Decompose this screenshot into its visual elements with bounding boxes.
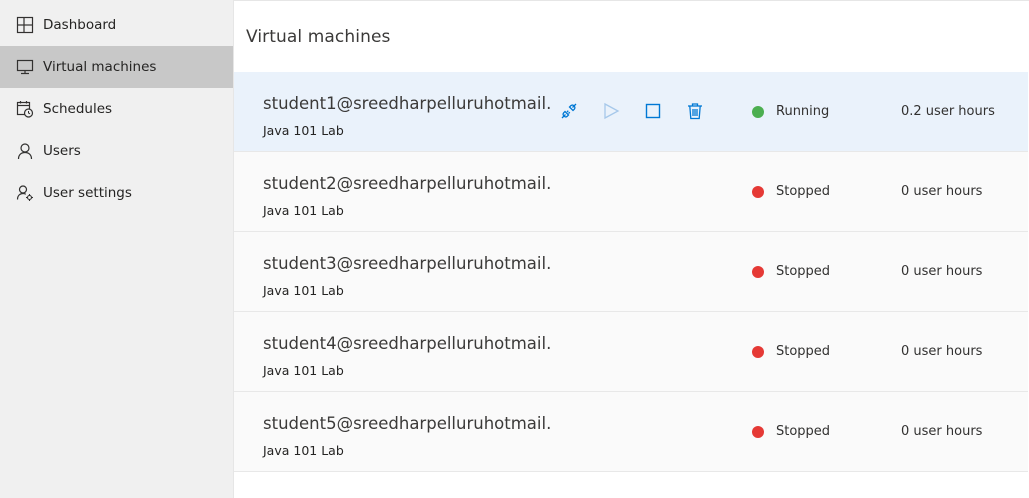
- vm-row[interactable]: student3@sreedharpelluruhotmail.... Java…: [234, 232, 1028, 312]
- vm-row[interactable]: student4@sreedharpelluruhotmail... Java …: [234, 312, 1028, 392]
- sidebar-item-virtual-machines[interactable]: Virtual machines: [0, 46, 233, 88]
- vm-lab-name: Java 101 Lab: [263, 363, 344, 378]
- sidebar-item-schedules[interactable]: Schedules: [0, 88, 233, 130]
- vm-list: student1@sreedharpelluruhotmail.... Java…: [234, 72, 1028, 472]
- usage-hours: 0 user hours: [901, 264, 983, 279]
- status-stopped-dot: [752, 185, 764, 198]
- stop-icon[interactable]: [643, 101, 663, 121]
- status-stopped-dot: [752, 425, 764, 438]
- vm-name: student3@sreedharpelluruhotmail....: [263, 254, 553, 273]
- sidebar-item-dashboard[interactable]: Dashboard: [0, 4, 233, 46]
- status-badge: Stopped: [752, 424, 830, 439]
- sidebar-item-label: Dashboard: [43, 17, 117, 33]
- status-stopped-dot: [752, 265, 764, 278]
- status-label: Stopped: [776, 184, 831, 199]
- status-badge: Stopped: [752, 264, 830, 279]
- status-label: Stopped: [776, 264, 831, 279]
- vm-row[interactable]: student1@sreedharpelluruhotmail.... Java…: [234, 72, 1028, 152]
- status-label: Stopped: [776, 424, 831, 439]
- status-stopped-dot: [752, 345, 764, 358]
- sidebar-item-label: User settings: [43, 185, 132, 201]
- vm-lab-name: Java 101 Lab: [263, 283, 344, 298]
- connect-icon[interactable]: [559, 101, 579, 121]
- user-settings-icon: [16, 184, 34, 202]
- sidebar-item-users[interactable]: Users: [0, 130, 233, 172]
- usage-hours: 0 user hours: [901, 424, 983, 439]
- usage-hours: 0 user hours: [901, 344, 983, 359]
- sidebar-item-label: Users: [43, 143, 81, 159]
- dashboard-icon: [16, 16, 34, 34]
- calendar-clock-icon: [16, 100, 34, 118]
- sidebar-item-label: Schedules: [43, 101, 113, 117]
- user-icon: [16, 142, 34, 160]
- sidebar: Dashboard Virtual machines Schedules Use…: [0, 0, 234, 498]
- delete-icon[interactable]: [685, 101, 705, 121]
- vm-lab-name: Java 101 Lab: [263, 443, 344, 458]
- status-badge: Stopped: [752, 184, 830, 199]
- app-window: Dashboard Virtual machines Schedules Use…: [0, 0, 1029, 498]
- vm-name: student5@sreedharpelluruhotmail....: [263, 414, 553, 433]
- sidebar-item-user-settings[interactable]: User settings: [0, 172, 233, 214]
- start-icon[interactable]: [601, 101, 621, 121]
- vm-row[interactable]: student5@sreedharpelluruhotmail.... Java…: [234, 392, 1028, 472]
- usage-hours: 0 user hours: [901, 184, 983, 199]
- page-title: Virtual machines: [246, 27, 391, 47]
- status-label: Stopped: [776, 344, 831, 359]
- vm-name: student1@sreedharpelluruhotmail....: [263, 94, 553, 113]
- vm-row[interactable]: student2@sreedharpelluruhotmail.... Java…: [234, 152, 1028, 232]
- sidebar-item-label: Virtual machines: [43, 59, 157, 75]
- main-content: Virtual machines student1@sreedharpellur…: [234, 0, 1029, 498]
- monitor-icon: [16, 58, 34, 76]
- vm-lab-name: Java 101 Lab: [263, 123, 344, 138]
- status-badge: Running: [752, 104, 829, 119]
- status-label: Running: [776, 104, 830, 119]
- status-badge: Stopped: [752, 344, 830, 359]
- vm-lab-name: Java 101 Lab: [263, 203, 344, 218]
- vm-name: student2@sreedharpelluruhotmail....: [263, 174, 553, 193]
- vm-name: student4@sreedharpelluruhotmail...: [263, 334, 553, 353]
- usage-hours: 0.2 user hours: [901, 104, 995, 119]
- status-running-dot: [752, 105, 764, 118]
- vm-actions: [559, 101, 705, 121]
